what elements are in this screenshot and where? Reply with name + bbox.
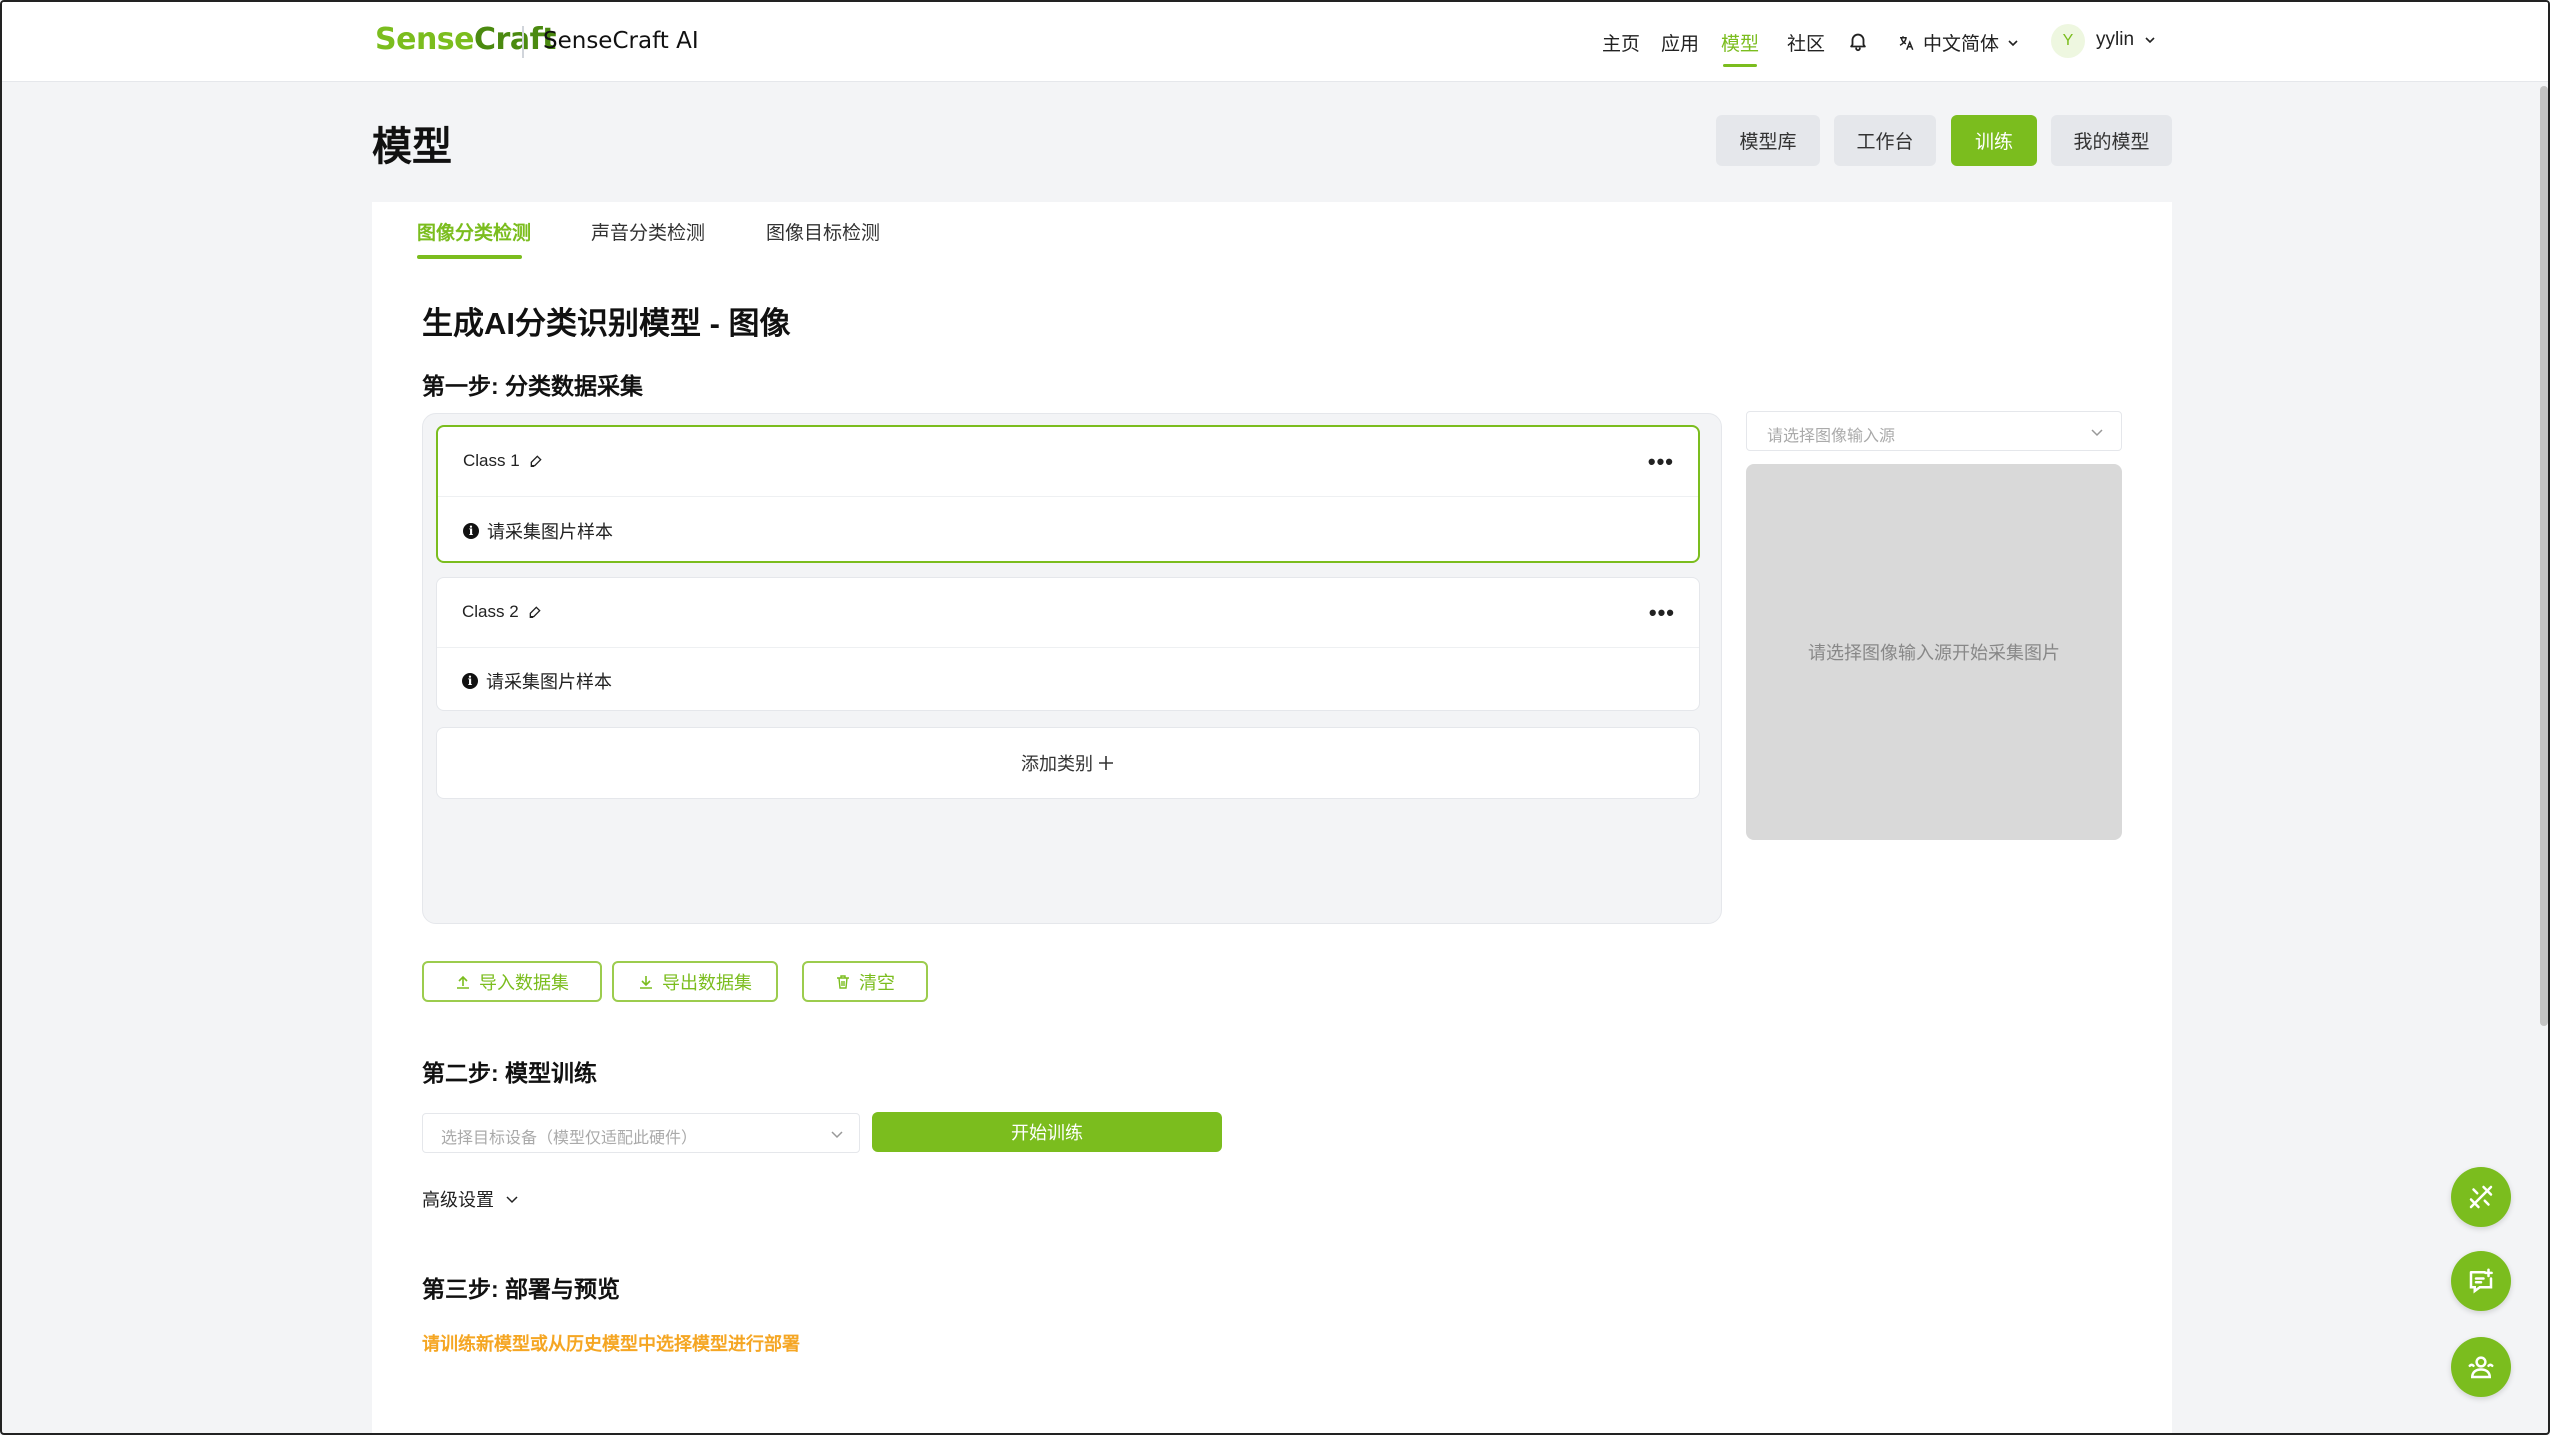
chevron-down-icon <box>2008 39 2018 46</box>
community-button[interactable] <box>2451 1337 2511 1397</box>
tab-workbench[interactable]: 工作台 <box>1834 115 1936 166</box>
subtab-audio-classification[interactable]: 声音分类检测 <box>591 218 705 245</box>
class-name: Class 1 <box>463 451 544 471</box>
translate-icon <box>1899 35 1914 50</box>
class-hint-text: 请采集图片样本 <box>487 522 613 542</box>
avatar[interactable]: Y <box>2051 24 2085 58</box>
class-card-header: Class 1 ••• <box>438 427 1698 497</box>
section-heading: 生成AI分类识别模型 - 图像 <box>422 306 791 341</box>
logo[interactable]: SenseCraft <box>375 22 556 57</box>
step2-title: 第二步: 模型训练 <box>422 1060 598 1086</box>
class-card-2[interactable]: Class 2 ••• i 请采集图片样本 <box>436 577 1700 711</box>
import-dataset-label: 导入数据集 <box>479 972 569 993</box>
clear-button[interactable]: 清空 <box>802 961 928 1002</box>
class-hint: i 请采集图片样本 <box>462 668 612 694</box>
app-name: SenseCraft AI <box>543 28 699 54</box>
tools-icon <box>2469 1185 2493 1209</box>
class-hint-text: 请采集图片样本 <box>486 672 612 692</box>
app-window: SenseCraft SenseCraft AI 主页 应用 模型 社区 中文简… <box>0 0 2550 1435</box>
plus-icon <box>1099 756 1113 770</box>
import-dataset-button[interactable]: 导入数据集 <box>422 961 602 1002</box>
chevron-down-icon <box>831 1131 843 1139</box>
nav-home[interactable]: 主页 <box>1602 29 1640 56</box>
nav-apps[interactable]: 应用 <box>1661 29 1699 56</box>
tools-button[interactable] <box>2451 1167 2511 1227</box>
logo-divider <box>522 26 524 58</box>
tab-model-library[interactable]: 模型库 <box>1716 115 1820 166</box>
chevron-down-icon <box>2145 37 2155 44</box>
chevron-down-icon <box>2091 429 2103 437</box>
target-device-placeholder: 选择目标设备（模型仅适配此硬件） <box>441 1130 698 1147</box>
step1-title: 第一步: 分类数据采集 <box>422 373 644 399</box>
bell-icon[interactable] <box>1847 30 1869 52</box>
edit-icon[interactable] <box>527 604 543 620</box>
subtab-image-classification[interactable]: 图像分类检测 <box>417 218 531 245</box>
advanced-settings-toggle[interactable]: 高级设置 <box>422 1186 520 1212</box>
info-icon: i <box>463 523 479 539</box>
language-label: 中文简体 <box>1923 34 2000 55</box>
page-title: 模型 <box>372 125 452 169</box>
add-class-label: 添加类别 <box>1021 754 1093 774</box>
nav-active-indicator <box>1723 64 1757 67</box>
subtab-object-detection[interactable]: 图像目标检测 <box>766 218 880 245</box>
camera-preview: 请选择图像输入源开始采集图片 <box>1746 464 2122 840</box>
step3-title: 第三步: 部署与预览 <box>422 1276 621 1302</box>
preview-hint: 请选择图像输入源开始采集图片 <box>1808 643 2060 663</box>
language-switcher[interactable]: 中文简体 <box>1897 29 2019 56</box>
class-name: Class 2 <box>462 602 543 622</box>
subtab-active-indicator <box>417 255 522 259</box>
top-navbar: SenseCraft SenseCraft AI 主页 应用 模型 社区 中文简… <box>2 2 2548 82</box>
more-options-icon[interactable]: ••• <box>1648 449 1674 475</box>
start-training-button[interactable]: 开始训练 <box>872 1112 1222 1152</box>
upload-icon <box>457 975 469 989</box>
deploy-hint: 请训练新模型或从历史模型中选择模型进行部署 <box>422 1334 800 1354</box>
community-icon <box>2468 1356 2494 1379</box>
edit-icon[interactable] <box>528 453 544 469</box>
more-options-icon[interactable]: ••• <box>1649 600 1675 626</box>
tab-my-models[interactable]: 我的模型 <box>2051 115 2172 166</box>
class-name-label: Class 1 <box>463 451 520 470</box>
clear-label: 清空 <box>859 972 895 993</box>
user-menu[interactable]: yylin <box>2096 29 2156 51</box>
export-dataset-button[interactable]: 导出数据集 <box>612 961 778 1002</box>
class-name-label: Class 2 <box>462 602 519 621</box>
download-icon <box>640 975 652 989</box>
page-scrollbar[interactable] <box>2540 86 2548 1026</box>
tab-training[interactable]: 训练 <box>1951 115 2037 166</box>
chevron-down-icon <box>506 1196 518 1204</box>
info-icon: i <box>462 673 478 689</box>
target-device-select[interactable]: 选择目标设备（模型仅适配此硬件） <box>422 1113 860 1153</box>
nav-models[interactable]: 模型 <box>1721 29 1759 56</box>
feedback-button[interactable] <box>2451 1251 2511 1311</box>
add-class-button[interactable]: 添加类别 <box>436 727 1700 799</box>
class-hint: i 请采集图片样本 <box>463 518 613 544</box>
username-label: yylin <box>2096 29 2135 50</box>
feedback-icon <box>2469 1268 2493 1294</box>
image-source-placeholder: 请选择图像输入源 <box>1767 428 1896 445</box>
class-card-header: Class 2 ••• <box>437 578 1699 648</box>
image-source-select[interactable]: 请选择图像输入源 <box>1746 411 2122 451</box>
export-dataset-label: 导出数据集 <box>662 972 752 993</box>
trash-icon <box>837 974 849 989</box>
class-card-1[interactable]: Class 1 ••• i 请采集图片样本 <box>436 425 1700 563</box>
advanced-settings-label: 高级设置 <box>422 1190 494 1210</box>
nav-community[interactable]: 社区 <box>1787 29 1825 56</box>
